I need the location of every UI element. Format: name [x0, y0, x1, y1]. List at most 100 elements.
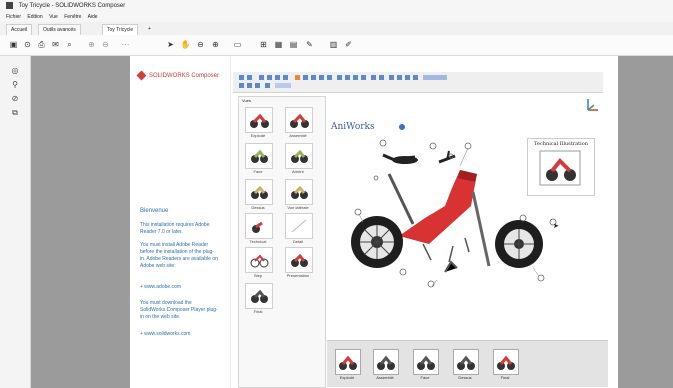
view-label: Face — [253, 169, 263, 174]
menu-item-edit[interactable]: Edition — [27, 14, 42, 20]
view-label: Presentation — [286, 273, 310, 278]
zoom-out-icon[interactable]: ⊖ — [195, 39, 206, 50]
rotate-icon[interactable] — [259, 75, 264, 80]
app-icon — [6, 1, 13, 9]
page-down-icon[interactable]: ⊖ — [100, 39, 111, 50]
view-thumbnail-step[interactable] — [245, 247, 273, 273]
print-icon[interactable]: ⎙ — [36, 39, 47, 50]
tricycle-icon — [417, 355, 435, 370]
prev-view-icon[interactable] — [371, 75, 376, 80]
layers-icon[interactable]: ⧉ — [10, 108, 20, 118]
timeline-start-icon[interactable] — [389, 75, 394, 80]
tricycle-icon — [377, 355, 395, 370]
wireframe-icon[interactable] — [345, 75, 350, 80]
page-number-icon[interactable]: ⋯ — [120, 39, 131, 50]
strip-label: Dessus — [458, 375, 472, 380]
stop-icon[interactable] — [247, 75, 252, 80]
tricycle-icon — [251, 289, 268, 303]
section-icon[interactable] — [255, 83, 260, 88]
strip-thumbnail-top[interactable] — [453, 349, 479, 375]
view-thumbnail-presentation[interactable] — [285, 247, 313, 273]
strip-thumbnail-final[interactable] — [493, 349, 519, 375]
measure-icon[interactable] — [247, 83, 252, 88]
bookmarks-icon[interactable]: ⚲ — [10, 80, 20, 90]
view-label: Explodé — [250, 133, 266, 138]
tab-advanced-tools[interactable]: Outils avancés — [38, 24, 81, 35]
view-label: Arrière — [291, 169, 304, 174]
comment-icon[interactable]: ✎ — [304, 39, 315, 50]
tricycle-icon — [339, 355, 357, 370]
view-thumbnail-top[interactable] — [245, 179, 273, 205]
view-thumbnail-assembled[interactable] — [285, 107, 313, 133]
view-thumbnail-detail[interactable] — [285, 213, 313, 239]
tricycle-icon — [291, 149, 308, 163]
views-header: Vues — [242, 98, 251, 103]
zoom-in-icon[interactable]: ⊕ — [210, 39, 221, 50]
main-toolbar: ▣ ⊙ ⎙ ✉ ⌕ ⊕ ⊖ ⋯ ➤ ✋ ⊖ ⊕ ▭ ⊞ ▦ ▤ ✎ ▥ ✐ — [0, 35, 673, 56]
view-thumbnail-technical[interactable] — [245, 213, 273, 239]
page-up-icon[interactable]: ⊕ — [86, 39, 97, 50]
workspace-background-left — [31, 56, 130, 388]
view-mode-select[interactable] — [275, 83, 291, 88]
strip-thumbnail-assembled[interactable] — [373, 349, 399, 375]
fit-page-icon[interactable]: ⊞ — [258, 39, 269, 50]
camera-icon[interactable] — [303, 75, 308, 80]
welcome-title: Bienvenue — [140, 208, 169, 214]
menu-item-window[interactable]: Fenêtre — [64, 14, 81, 20]
light-icon[interactable] — [311, 75, 316, 80]
upload-icon[interactable]: ⊙ — [22, 39, 33, 50]
select-icon[interactable] — [239, 83, 244, 88]
strip-thumbnail-exploded[interactable] — [335, 349, 361, 375]
view-thumbnail-back[interactable] — [285, 143, 313, 169]
pan-icon[interactable] — [267, 75, 272, 80]
strip-thumbnail-face[interactable] — [413, 349, 439, 375]
shaded-icon[interactable] — [337, 75, 342, 80]
hand-icon[interactable]: ✋ — [180, 39, 191, 50]
fit-icon[interactable] — [283, 75, 288, 80]
zoom-icon[interactable] — [275, 75, 280, 80]
new-tab-button[interactable]: + — [144, 24, 155, 34]
perspective-icon[interactable] — [327, 75, 332, 80]
speed-icon[interactable] — [413, 75, 418, 80]
view-label: Technical — [249, 239, 267, 244]
mail-icon[interactable]: ✉ — [50, 39, 61, 50]
scroll-mode-icon[interactable]: ▤ — [288, 39, 299, 50]
views-panel: Vues Explodé Assemblé Face Arrière Dessu… — [238, 96, 326, 388]
tab-home[interactable]: Accueil — [6, 24, 33, 35]
adobe-link[interactable]: + www.adobe.com — [140, 284, 218, 291]
explode-icon[interactable] — [265, 83, 270, 88]
download-text: You must download the SolidWorks Compose… — [140, 300, 218, 320]
zoom-level-icon[interactable]: ▭ — [232, 39, 243, 50]
pen-icon[interactable]: ✐ — [343, 39, 354, 50]
pointer-icon[interactable]: ➤ — [165, 39, 176, 50]
strip-label: Final — [500, 375, 510, 380]
render-icon[interactable] — [295, 75, 300, 80]
view-thumbnail-front[interactable] — [245, 143, 273, 169]
solidworks-link[interactable]: + www.solidworks.com — [140, 331, 218, 338]
hidden-lines-icon[interactable] — [361, 75, 366, 80]
view-thumbnail-final[interactable] — [245, 283, 273, 309]
outline-icon[interactable] — [353, 75, 358, 80]
tab-bar: Accueil Outils avancés Toy Tricycle + — [0, 22, 673, 36]
view-label: Assemblé — [289, 133, 307, 138]
view-thumbnail-side[interactable] — [285, 179, 313, 205]
view-label: Vue latérale — [287, 205, 309, 210]
tab-toy-tricycle[interactable]: Toy Tricycle — [102, 24, 139, 35]
view-thumbnail-exploded[interactable] — [245, 107, 273, 133]
next-view-icon[interactable] — [379, 75, 384, 80]
timeline-slider[interactable] — [423, 75, 447, 80]
highlight-icon[interactable]: ▥ — [328, 39, 339, 50]
pages-icon[interactable]: ◎ — [10, 66, 20, 76]
play-icon[interactable] — [239, 75, 244, 80]
save-icon[interactable]: ▣ — [8, 39, 19, 50]
fit-width-icon[interactable]: ▦ — [273, 39, 284, 50]
timeline-end-icon[interactable] — [397, 75, 402, 80]
menu-item-view[interactable]: Vue — [49, 14, 58, 20]
menu-item-help[interactable]: Aide — [88, 14, 98, 20]
loop-icon[interactable] — [405, 75, 410, 80]
search-icon[interactable]: ⌕ — [64, 39, 75, 50]
attachments-icon[interactable]: ⊘ — [10, 94, 20, 104]
ortho-icon[interactable] — [319, 75, 324, 80]
menu-item-file[interactable]: Fichier — [6, 14, 21, 20]
3d-viewport[interactable]: AniWorks Technical Illustration ➤ — [327, 96, 608, 336]
